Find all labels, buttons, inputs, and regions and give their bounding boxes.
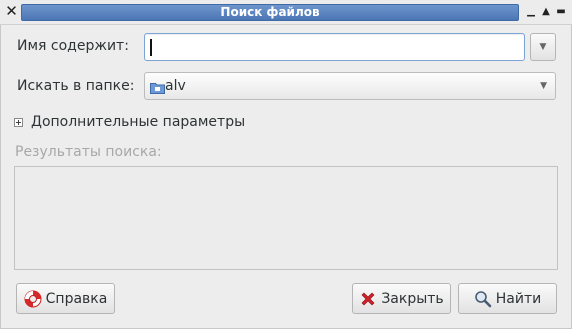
chevron-down-icon: ▼ <box>539 42 547 52</box>
lifebuoy-icon <box>24 290 42 307</box>
chevron-down-icon: ▼ <box>540 81 547 91</box>
shade-icon[interactable]: ▬ <box>554 4 568 20</box>
minimize-icon[interactable]: ▁ <box>524 4 538 20</box>
magnifier-icon <box>474 290 492 307</box>
folder-label: Искать в папке: <box>17 78 135 94</box>
folder-value: alv <box>165 78 186 94</box>
dialog-body: Имя содержит: ▼ Искать в папке: alv ▼ До… <box>0 25 572 329</box>
maximize-icon[interactable]: ▲ <box>539 4 553 20</box>
results-label: Результаты поиска: <box>15 144 162 160</box>
find-button-label: Найти <box>495 290 542 307</box>
name-input[interactable] <box>144 33 525 61</box>
window-title: Поиск файлов <box>21 4 519 21</box>
help-button-label: Справка <box>45 290 108 307</box>
close-icon[interactable]: ✕ <box>3 3 20 20</box>
home-folder-icon <box>150 83 165 94</box>
window-titlebar[interactable]: ✕ Поиск файлов ▁ ▲ ▬ <box>0 0 572 25</box>
help-button[interactable]: Справка <box>16 283 115 314</box>
close-button[interactable]: Закрыть <box>352 283 451 314</box>
find-button[interactable]: Найти <box>458 283 557 314</box>
name-history-button[interactable]: ▼ <box>530 33 556 61</box>
results-list[interactable] <box>14 166 558 270</box>
red-x-icon <box>361 292 375 305</box>
name-label: Имя содержит: <box>17 38 129 54</box>
more-options-expander[interactable]: Дополнительные параметры <box>31 114 245 130</box>
expander-icon[interactable] <box>14 118 23 127</box>
text-caret <box>150 39 152 56</box>
close-button-label: Закрыть <box>381 290 444 307</box>
folder-combo[interactable]: alv ▼ <box>144 72 556 100</box>
